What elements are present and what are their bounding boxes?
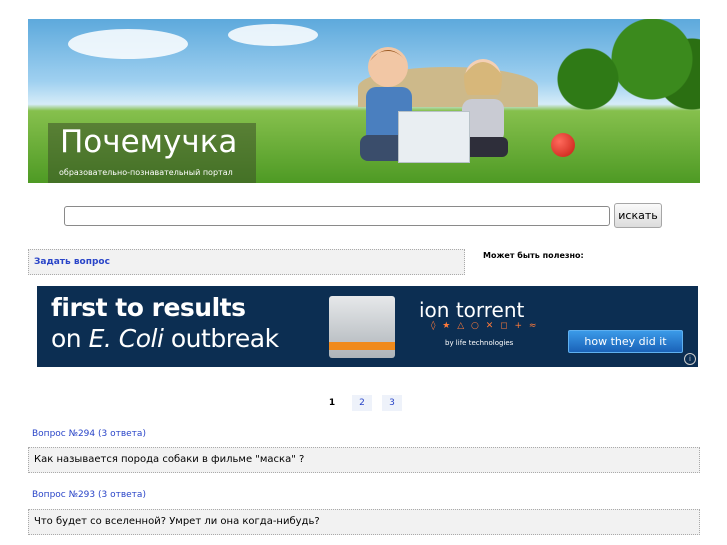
search-button[interactable]: искать <box>614 203 662 228</box>
ball <box>551 133 575 157</box>
ad-byline: by life technologies <box>445 339 514 347</box>
cloud <box>68 29 188 59</box>
question-row[interactable]: Что будет со вселенной? Умрет ли она ког… <box>28 509 700 535</box>
ad-brand: ion torrent <box>419 298 525 322</box>
page-3-link[interactable]: 3 <box>382 395 402 411</box>
laptop <box>398 111 470 163</box>
ad-cta-button[interactable]: how they did it <box>568 330 683 353</box>
cloud <box>228 24 318 46</box>
question-row[interactable]: Как называется порода собаки в фильме "м… <box>28 447 700 473</box>
ask-question-link[interactable]: Задать вопрос <box>34 257 110 267</box>
question-text[interactable]: Что будет со вселенной? Умрет ли она ког… <box>34 516 320 527</box>
ad-subheadline-prefix: on <box>51 324 89 353</box>
ad-subheadline-suffix: outbreak <box>163 324 279 353</box>
site-title[interactable]: Почемучка <box>60 124 237 160</box>
question-text[interactable]: Как называется порода собаки в фильме "м… <box>34 454 304 465</box>
ask-question-box: Задать вопрос <box>28 249 465 275</box>
site-subtitle: образовательно-познавательный портал <box>59 168 233 177</box>
useful-heading: Может быть полезно: <box>483 251 584 260</box>
ad-symbols: ◊ ★ △ ○ ✕ ◻ + ≈ <box>431 321 539 331</box>
page-2-link[interactable]: 2 <box>352 395 372 411</box>
ad-subheadline-italic: E. Coli <box>88 324 164 353</box>
ad-banner[interactable]: first to results on E. Coli outbreak ion… <box>37 286 698 367</box>
search-input[interactable] <box>64 206 610 226</box>
sequencer-image <box>329 296 395 358</box>
ad-headline: first to results <box>51 293 246 322</box>
trees <box>540 19 700 119</box>
question-meta-link[interactable]: Вопрос №294 (3 ответа) <box>32 429 146 439</box>
ad-subheadline: on E. Coli outbreak <box>51 324 279 353</box>
page-1: 1 <box>328 398 336 408</box>
ad-info-icon[interactable]: i <box>684 353 696 365</box>
question-meta-link[interactable]: Вопрос №293 (3 ответа) <box>32 490 146 500</box>
